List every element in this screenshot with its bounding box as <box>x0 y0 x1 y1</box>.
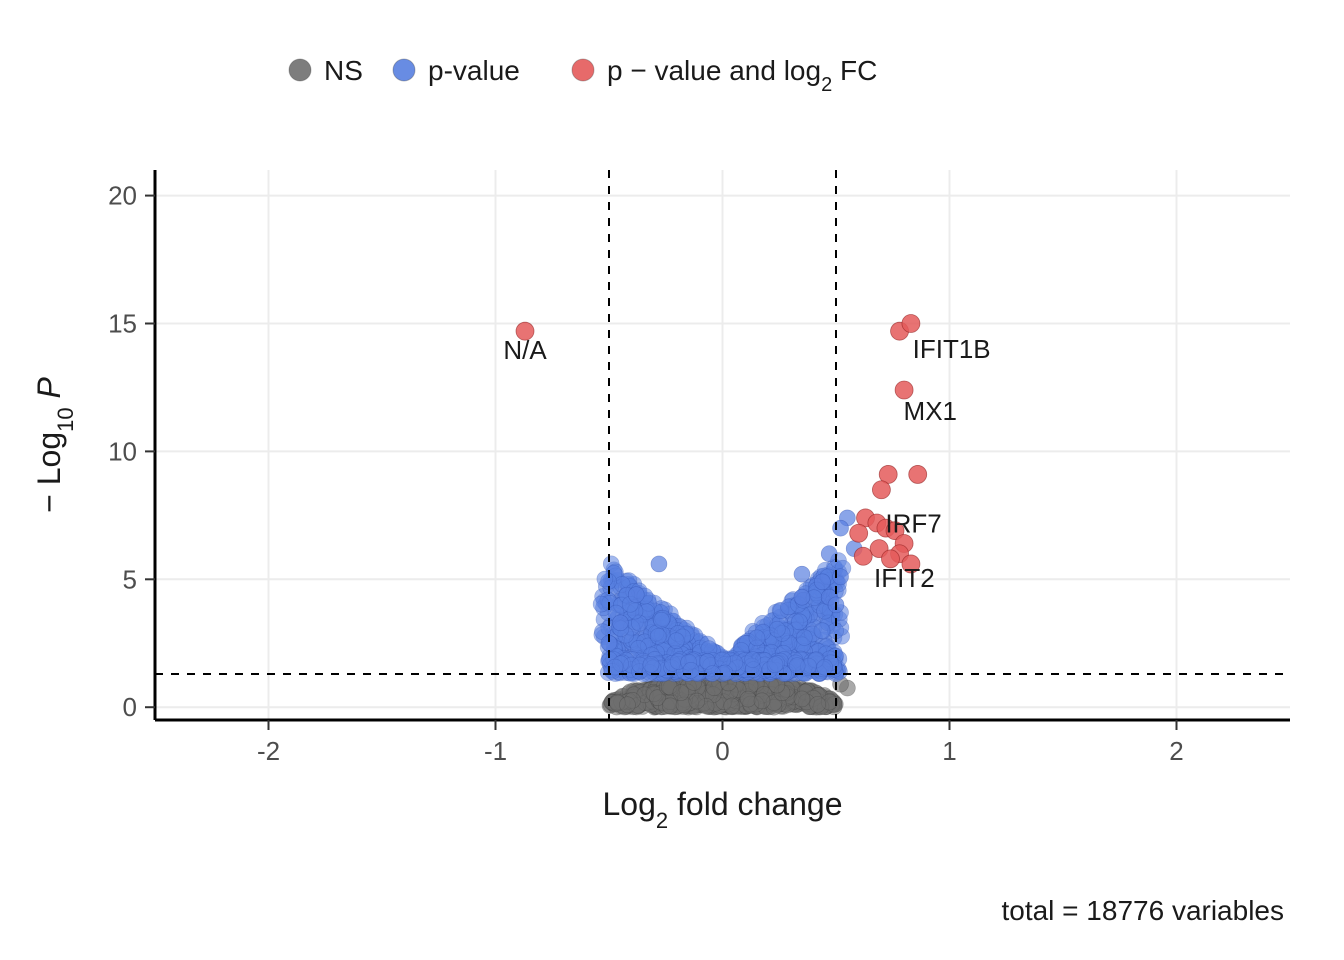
svg-text:p-value: p-value <box>428 55 520 86</box>
svg-text:N/A: N/A <box>503 335 547 365</box>
svg-text:5: 5 <box>123 564 137 594</box>
svg-text:− Log10 P: − Log10 P <box>31 377 78 513</box>
svg-text:-2: -2 <box>257 736 280 766</box>
svg-text:0: 0 <box>123 692 137 722</box>
svg-text:15: 15 <box>108 308 137 338</box>
svg-text:IFIT2: IFIT2 <box>874 563 935 593</box>
svg-text:MX1: MX1 <box>904 396 957 426</box>
svg-text:p − value and log2 FC: p − value and log2 FC <box>607 55 877 96</box>
chart-container: N/AIFIT1BMX1IRF7IFIT2-2-101205101520Log2… <box>0 0 1344 960</box>
svg-text:1: 1 <box>942 736 956 766</box>
svg-text:20: 20 <box>108 181 137 211</box>
svg-text:2: 2 <box>1169 736 1183 766</box>
svg-text:total = 18776 variables: total = 18776 variables <box>1001 895 1284 926</box>
svg-text:NS: NS <box>324 55 363 86</box>
svg-text:0: 0 <box>715 736 729 766</box>
svg-text:10: 10 <box>108 436 137 466</box>
volcano-plot: N/AIFIT1BMX1IRF7IFIT2-2-101205101520Log2… <box>0 0 1344 960</box>
svg-text:IRF7: IRF7 <box>885 509 941 539</box>
svg-text:Log2 fold change: Log2 fold change <box>603 786 843 833</box>
svg-text:IFIT1B: IFIT1B <box>913 334 991 364</box>
svg-text:-1: -1 <box>484 736 507 766</box>
